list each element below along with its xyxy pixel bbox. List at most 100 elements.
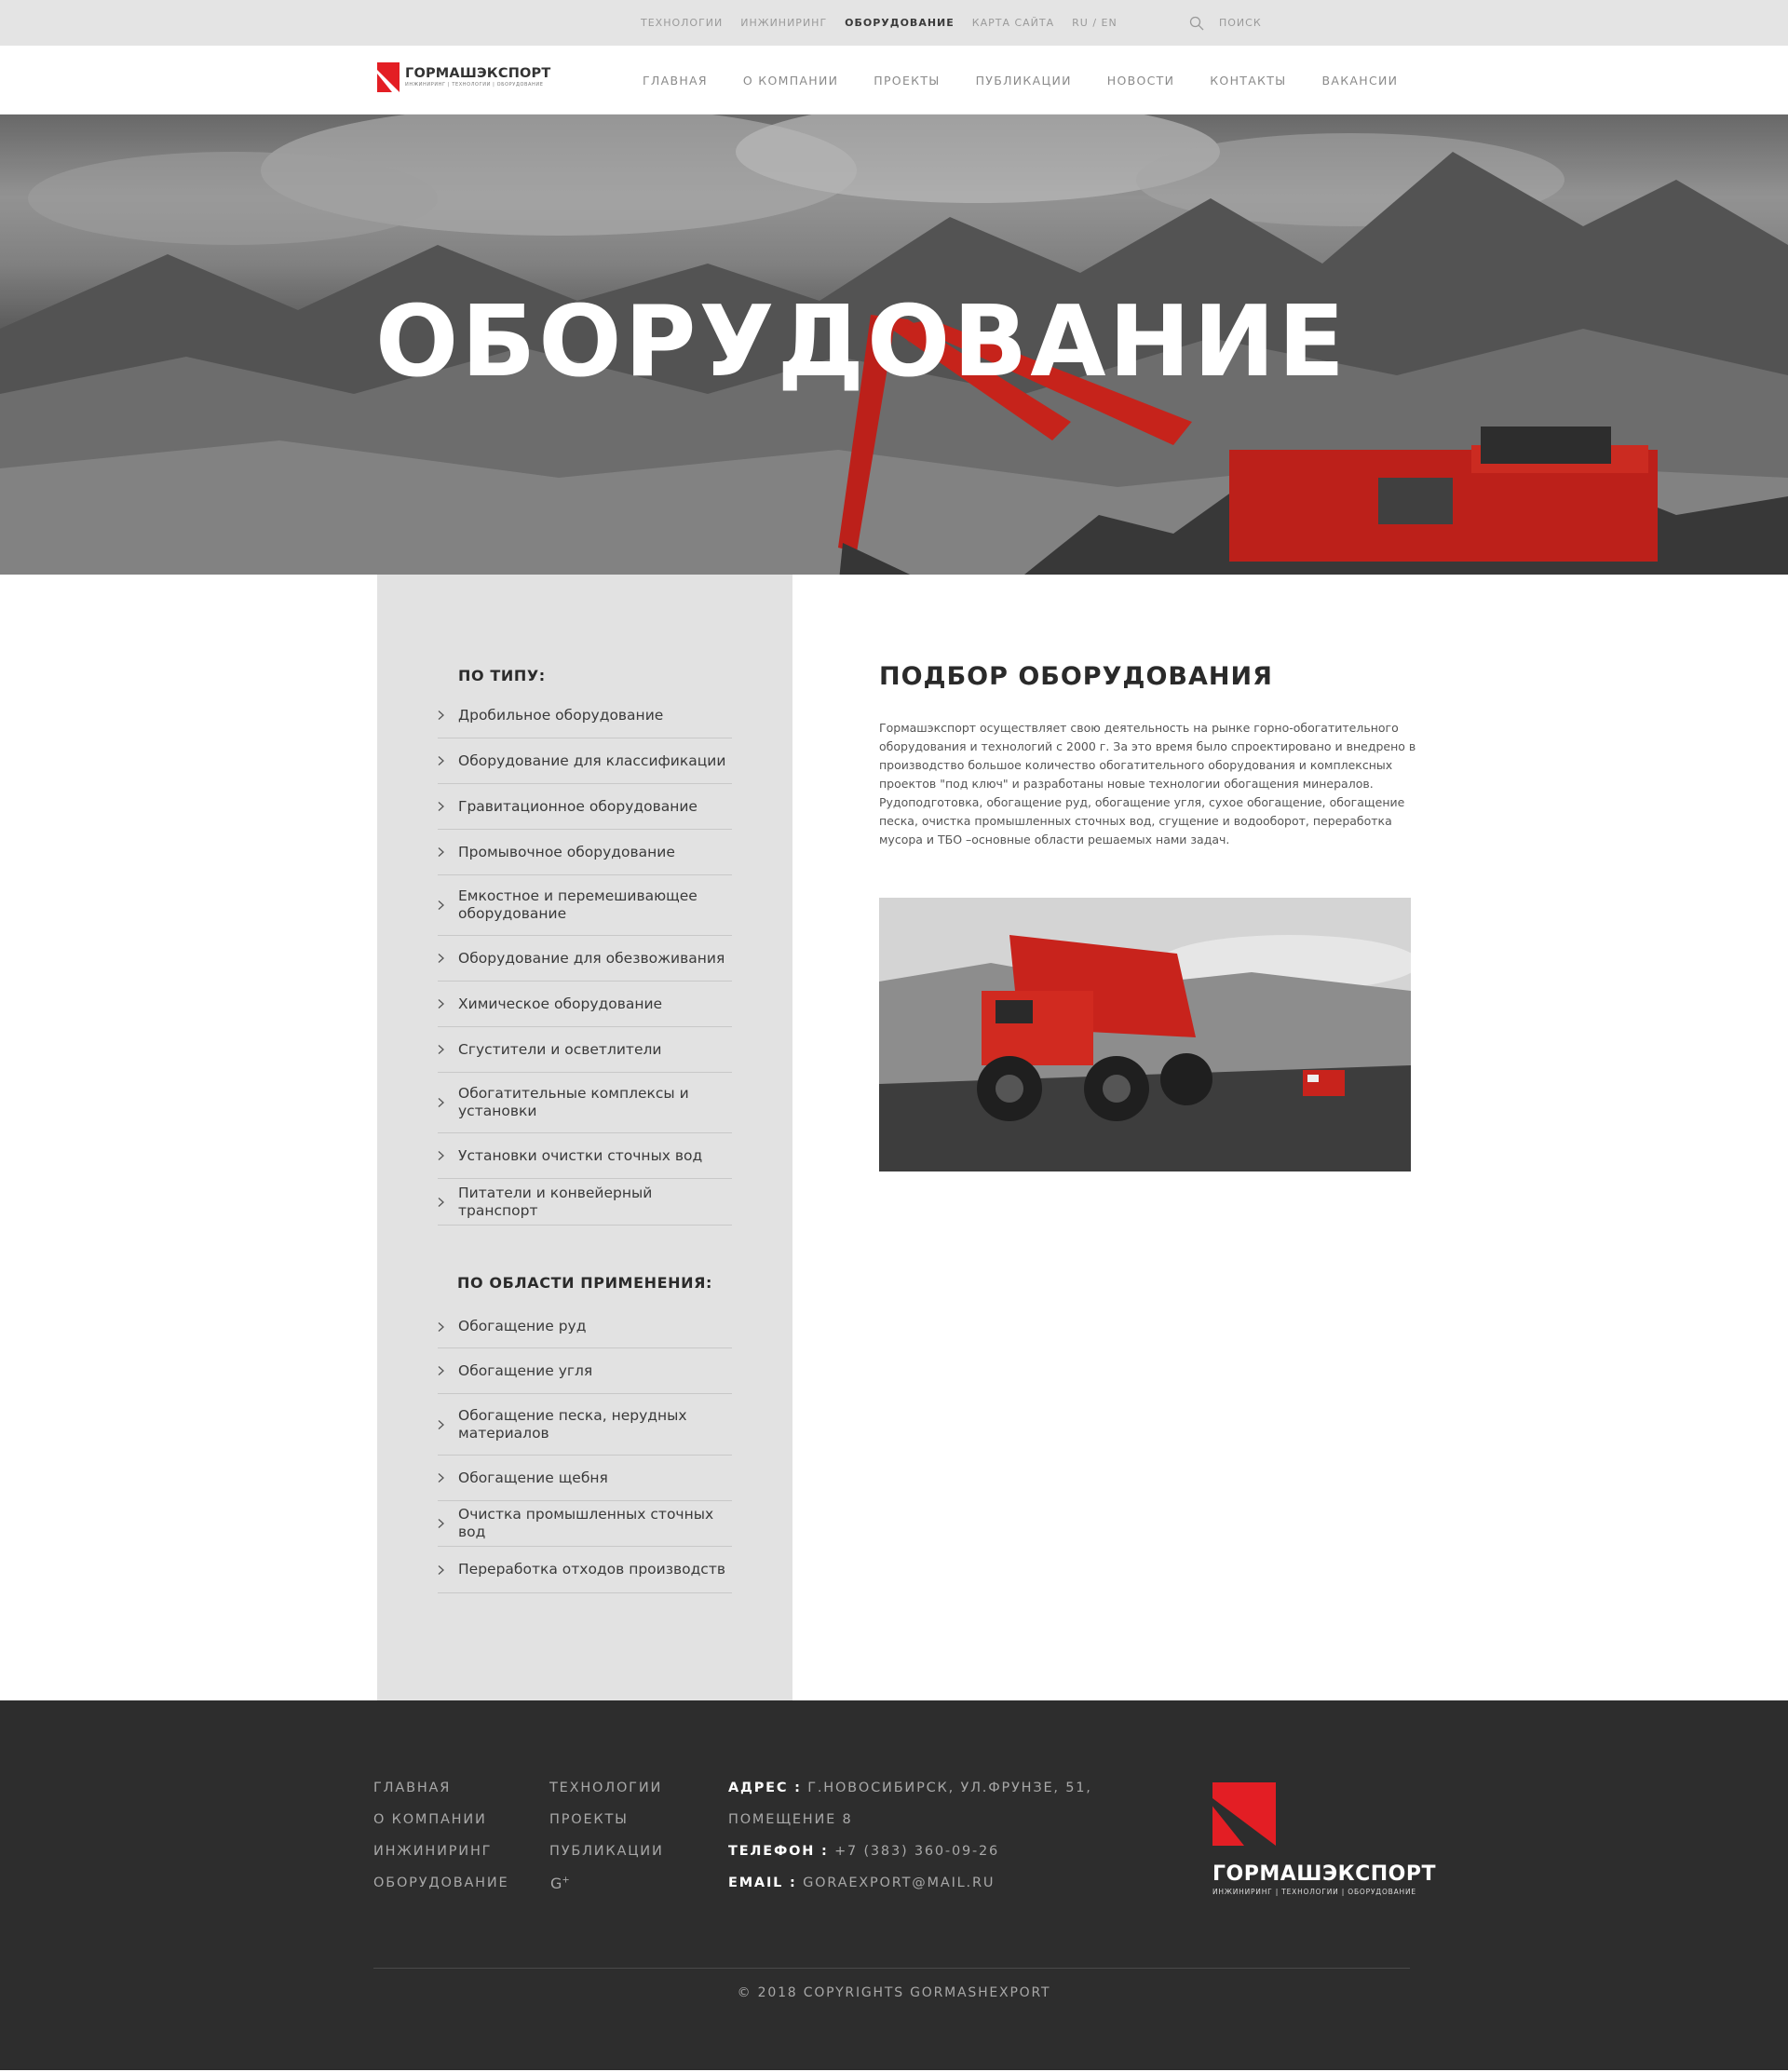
intro-text: Гормашэкспорт осуществляет свою деятельн… [879, 721, 1416, 846]
sidebar-item-waste-processing[interactable]: Переработка отходов производств [438, 1547, 732, 1593]
sidebar-item-label: Обогащение щебня [458, 1469, 608, 1486]
main-nav: Главная О компании Проекты Публикации Но… [643, 46, 1433, 115]
footer-link-about[interactable]: О компании [373, 1812, 487, 1827]
dump-truck-image [879, 898, 1411, 1171]
search-icon [1189, 16, 1204, 30]
address-value: г.Новосибирск, ул.Фрунзе, 51, [807, 1781, 1092, 1795]
language-switcher[interactable]: RU / EN [1072, 17, 1118, 29]
sidebar-item-label: Переработка отходов производств [458, 1561, 725, 1578]
chevron-right-icon [438, 1419, 444, 1429]
nav-contacts[interactable]: Контакты [1210, 74, 1286, 88]
logo-mark-icon [377, 62, 400, 92]
email-value[interactable]: goraexport@mail.ru [803, 1876, 995, 1890]
chevron-right-icon [438, 1098, 444, 1107]
footer-link-equipment[interactable]: Оборудование [373, 1876, 508, 1890]
sidebar-item-gravel[interactable]: Обогащение щебня [438, 1456, 732, 1501]
copyright: © 2018 Copyrights Gormashexport [737, 1985, 1051, 2000]
sidebar-item-label: Обогатительные комплексы и установки [458, 1085, 689, 1119]
search-label: Поиск [1219, 17, 1262, 29]
sidebar-item-coal[interactable]: Обогащение угля [438, 1348, 732, 1394]
sidebar-item-label: Обогащение угля [458, 1361, 593, 1379]
equipment-sidebar: По типу: Дробильное оборудование Оборудо… [377, 575, 792, 1700]
sidebar-item-feeders[interactable]: Питатели и конвейерный транспорт [438, 1179, 732, 1226]
page-title: Подбор оборудования [879, 662, 1273, 691]
utility-link-technologies[interactable]: Технологии [641, 17, 723, 29]
chevron-right-icon [438, 1321, 444, 1332]
sidebar-item-dewatering[interactable]: Оборудование для обезвоживания [438, 936, 732, 982]
footer-divider [373, 1968, 1410, 1969]
footer-link-projects[interactable]: Проекты [549, 1812, 629, 1827]
chevron-right-icon [438, 1564, 444, 1575]
nav-vacancies[interactable]: Вакансии [1322, 74, 1399, 88]
sidebar-item-thickeners[interactable]: Сгустители и осветлители [438, 1027, 732, 1073]
logo-tagline: ИНЖИНИРИНГ | ТЕХНОЛОГИИ | ОБОРУДОВАНИЕ [405, 82, 544, 88]
site-footer: Главная О компании Инжиниринг Оборудован… [0, 1700, 1788, 2070]
footer-logo-name: ГОРМАШЭКСПОРТ [1212, 1862, 1436, 1886]
chevron-right-icon [438, 1519, 444, 1528]
chevron-right-icon [438, 756, 444, 765]
footer-link-technologies[interactable]: Технологии [549, 1781, 662, 1795]
sidebar-item-industrial-wastewater[interactable]: Очистка промышленных сточных вод [438, 1501, 732, 1547]
sidebar-item-label: Питатели и конвейерный транспорт [458, 1184, 653, 1219]
sidebar-item-wastewater[interactable]: Установки очистки сточных вод [438, 1133, 732, 1179]
chevron-right-icon [438, 1197, 444, 1207]
sidebar-item-label: Промывочное оборудование [458, 843, 675, 860]
logo-name: ГОРМАШЭКСПОРТ [405, 66, 551, 81]
footer-link-publications[interactable]: Публикации [549, 1844, 664, 1859]
chevron-right-icon [438, 1045, 444, 1054]
chevron-right-icon [438, 711, 444, 720]
sidebar-item-gravity[interactable]: Гравитационное оборудование [438, 784, 732, 830]
utility-link-sitemap[interactable]: Карта сайта [972, 17, 1054, 29]
email-label: Email : [728, 1876, 797, 1890]
site-logo[interactable]: ГОРМАШЭКСПОРТ ИНЖИНИРИНГ | ТЕХНОЛОГИИ | … [377, 62, 550, 92]
sidebar-item-ore[interactable]: Обогащение руд [438, 1306, 732, 1348]
hero-title: ОБОРУДОВАНИЕ [375, 285, 1348, 399]
sidebar-item-label: Гравитационное оборудование [458, 797, 698, 815]
phone-value[interactable]: +7 (383) 360-09-26 [834, 1844, 999, 1859]
sidebar-item-chemical[interactable]: Химическое оборудование [438, 982, 732, 1027]
chevron-right-icon [438, 954, 444, 963]
address-label: Адрес : [728, 1781, 802, 1795]
footer-link-home[interactable]: Главная [373, 1781, 451, 1795]
google-plus-icon[interactable]: g+ [550, 1875, 570, 1892]
footer-link-engineering[interactable]: Инжиниринг [373, 1844, 492, 1859]
nav-home[interactable]: Главная [643, 74, 708, 88]
sidebar-item-sand[interactable]: Обогащение песка, нерудных материалов [438, 1394, 732, 1456]
footer-logo-tagline: ИНЖИНИРИНГ | ТЕХНОЛОГИИ | ОБОРУДОВАНИЕ [1212, 1888, 1416, 1896]
chevron-right-icon [438, 901, 444, 910]
footer-address: Адрес : г.Новосибирск, ул.Фрунзе, 51, [728, 1781, 1092, 1795]
sidebar-list-by-area: Обогащение руд Обогащение угля Обогащени… [438, 1306, 732, 1593]
sidebar-item-label: Обогащение песка, нерудных материалов [458, 1406, 687, 1442]
sidebar-item-mixing[interactable]: Емкостное и перемешивающее оборудование [438, 875, 732, 936]
search-button[interactable]: Поиск [1189, 0, 1262, 46]
footer-phone: Телефон : +7 (383) 360-09-26 [728, 1844, 999, 1859]
utility-nav: Технологии Инжиниринг Оборудование Карта… [641, 0, 1135, 46]
sidebar-item-complexes[interactable]: Обогатительные комплексы и установки [438, 1073, 732, 1133]
nav-about[interactable]: О компании [743, 74, 838, 88]
footer-email: Email : goraexport@mail.ru [728, 1876, 995, 1890]
chevron-right-icon [438, 999, 444, 1009]
footer-logo[interactable]: ГОРМАШЭКСПОРТ ИНЖИНИРИНГ | ТЕХНОЛОГИИ | … [1212, 1782, 1436, 1896]
utility-link-engineering[interactable]: Инжиниринг [740, 17, 827, 29]
sidebar-item-crushing[interactable]: Дробильное оборудование [438, 693, 732, 738]
sidebar-list-by-type: Дробильное оборудование Оборудование для… [438, 693, 732, 1226]
sidebar-item-classification[interactable]: Оборудование для классификации [438, 738, 732, 784]
sidebar-item-label: Очистка промышленных сточных вод [458, 1506, 714, 1540]
chevron-right-icon [438, 1151, 444, 1160]
utility-link-equipment[interactable]: Оборудование [845, 17, 955, 29]
nav-publications[interactable]: Публикации [976, 74, 1072, 88]
sidebar-item-label: Емкостное и перемешивающее оборудование [458, 887, 698, 922]
sidebar-heading-by-type: По типу: [458, 667, 546, 684]
nav-projects[interactable]: Проекты [874, 74, 940, 88]
chevron-right-icon [438, 847, 444, 857]
sidebar-item-washing[interactable]: Промывочное оборудование [438, 830, 732, 875]
logo-mark-icon [1212, 1782, 1276, 1846]
sidebar-item-label: Сгустители и осветлители [458, 1040, 662, 1058]
hero-banner: ОБОРУДОВАНИЕ [0, 115, 1788, 575]
sidebar-item-label: Обогащение руд [458, 1318, 587, 1334]
sidebar-item-label: Оборудование для обезвоживания [458, 949, 725, 967]
nav-news[interactable]: Новости [1107, 74, 1174, 88]
sidebar-item-label: Дробильное оборудование [458, 706, 664, 724]
site-header: ГОРМАШЭКСПОРТ ИНЖИНИРИНГ | ТЕХНОЛОГИИ | … [0, 46, 1788, 115]
chevron-right-icon [438, 1366, 444, 1375]
